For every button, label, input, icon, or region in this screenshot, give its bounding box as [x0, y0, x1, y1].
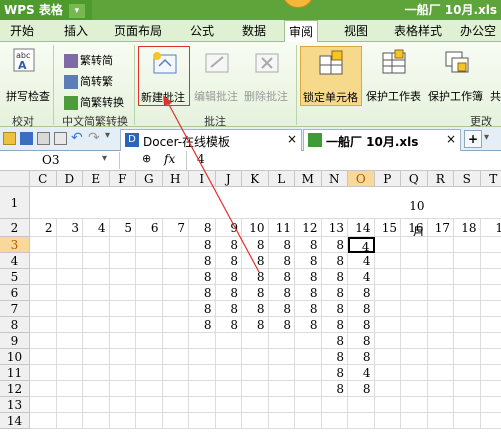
- annotation-arrow: [163, 95, 260, 273]
